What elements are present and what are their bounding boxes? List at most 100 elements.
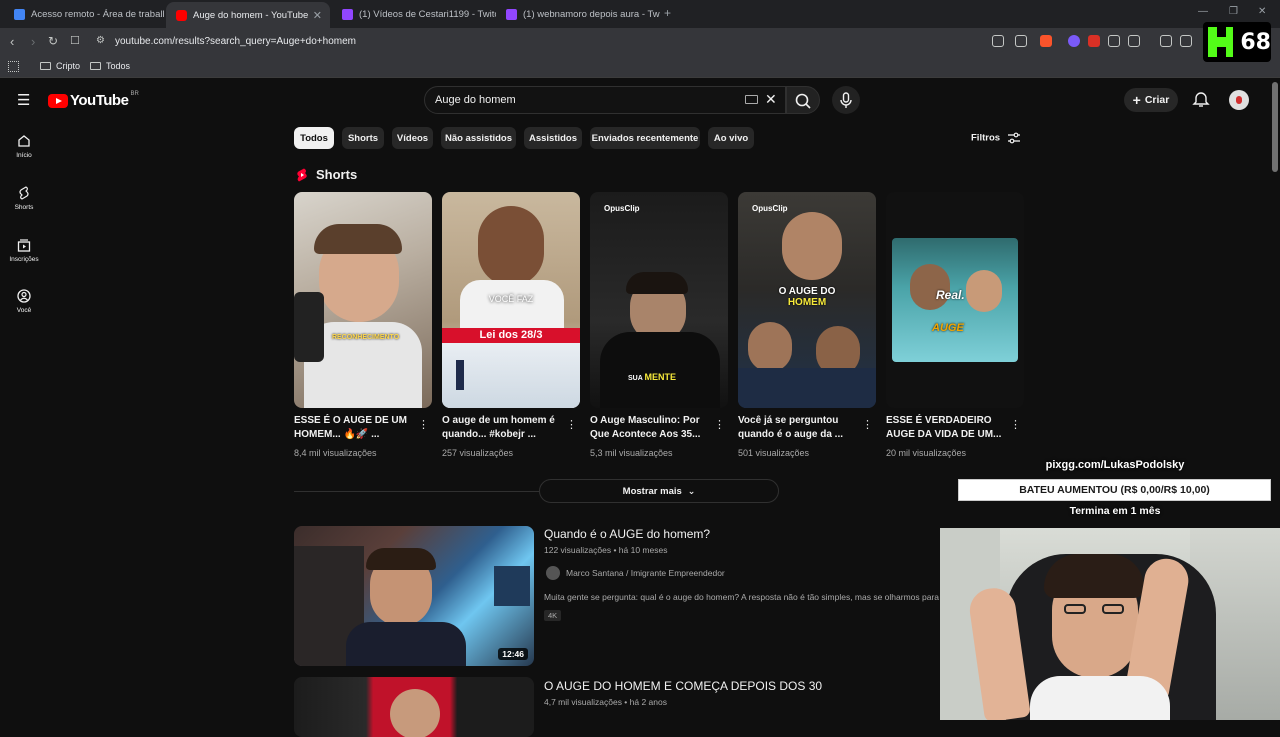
video-thumbnail[interactable]: 12:46 xyxy=(294,526,534,666)
filter-sliders-icon xyxy=(1007,132,1020,144)
minimize-icon[interactable]: — xyxy=(1198,6,1208,17)
chip-videos[interactable]: Vídeos xyxy=(392,127,433,149)
short-title[interactable]: O Auge Masculino: Por Que Acontece Aos 3… xyxy=(590,414,712,442)
search-button[interactable] xyxy=(786,86,820,114)
forward-icon[interactable]: › xyxy=(31,34,35,49)
shorts-logo-icon xyxy=(297,168,307,181)
tab-twitch-1[interactable]: (1) Vídeos de Cestari1199 - Twitch xyxy=(332,2,496,26)
browser-toolbar: ‹ › ↻ ☐ ⚙ youtube.com/results?search_que… xyxy=(0,28,1280,56)
short-title[interactable]: Você já se perguntou quando é o auge da … xyxy=(738,414,860,442)
home-icon xyxy=(18,135,30,147)
viewer-count: 68 xyxy=(1240,29,1271,55)
video-thumbnail[interactable] xyxy=(294,677,534,737)
browser-tab-strip: Acesso remoto - Área de trabalho re Auge… xyxy=(0,0,1280,28)
url-text: youtube.com/results?search_query=Auge+do… xyxy=(115,36,356,47)
new-tab-button[interactable]: + xyxy=(664,6,671,20)
short-thumbnail[interactable]: VOCÊ FAZ Lei dos 28/3 xyxy=(442,192,580,408)
person-jacket xyxy=(600,332,720,408)
apps-icon[interactable] xyxy=(8,61,19,72)
more-actions-icon[interactable]: ⋮ xyxy=(1010,418,1021,431)
search-input[interactable]: Auge do homem ✕ xyxy=(424,86,786,114)
short-thumbnail[interactable]: OpusClip SUA MENTE xyxy=(590,192,728,408)
region-code: BR xyxy=(130,90,139,97)
kick-logo-icon xyxy=(1208,27,1234,57)
close-window-icon[interactable]: ✕ xyxy=(1258,6,1266,17)
chip-todos[interactable]: Todos xyxy=(294,127,334,149)
scrollbar-thumb[interactable] xyxy=(1272,82,1278,172)
chip-not-watched[interactable]: Não assistidos xyxy=(441,127,516,149)
chip-recently-uploaded[interactable]: Enviados recentemente xyxy=(590,127,700,149)
opusclip-watermark: OpusClip xyxy=(604,204,640,213)
chip-live[interactable]: Ao vivo xyxy=(708,127,754,149)
close-icon[interactable]: ✕ xyxy=(313,9,322,22)
extension-icon[interactable] xyxy=(1068,35,1080,47)
plus-icon: + xyxy=(1132,92,1141,108)
sidebar-icon[interactable] xyxy=(1180,35,1192,47)
youtube-logo[interactable]: YouTube BR xyxy=(48,90,139,109)
short-thumbnail[interactable]: Real. AUGE xyxy=(886,192,1024,408)
channel-link[interactable]: Marco Santana / Imigrante Empreendedor xyxy=(546,566,725,580)
bookmark-icon[interactable]: ☐ xyxy=(70,34,80,47)
short-overlay-text: RECONHECIMENTO xyxy=(332,334,400,341)
more-actions-icon[interactable]: ⋮ xyxy=(862,418,873,431)
back-icon[interactable]: ‹ xyxy=(10,34,14,49)
person-face xyxy=(910,264,950,310)
remote-desktop-icon xyxy=(14,8,25,20)
bookmark-folder-todos[interactable]: Todos xyxy=(90,61,130,71)
chip-shorts[interactable]: Shorts xyxy=(342,127,384,149)
show-more-button[interactable]: Mostrar mais ⌄ xyxy=(539,479,779,503)
create-label: Criar xyxy=(1144,94,1170,106)
extension-icon[interactable] xyxy=(1088,35,1100,47)
short-overlay-text: AUGE xyxy=(932,322,964,334)
media-icon[interactable] xyxy=(1160,35,1172,47)
cast-icon[interactable] xyxy=(992,35,1004,47)
video-title[interactable]: Quando é o AUGE do homem? xyxy=(544,527,710,541)
clear-icon[interactable]: ✕ xyxy=(765,91,777,108)
puzzle-icon[interactable] xyxy=(1108,35,1120,47)
voice-search-button[interactable] xyxy=(832,86,860,114)
divider xyxy=(294,491,539,492)
menu-icon[interactable]: ☰ xyxy=(17,91,30,109)
keyboard-icon[interactable] xyxy=(745,95,758,104)
tab-twitch-2[interactable]: (1) webnamoro depois aura - Twitch xyxy=(496,2,660,26)
short-title[interactable]: ESSE É VERDADEIRO AUGE DA VIDA DE UM... xyxy=(886,414,1008,442)
person-face xyxy=(782,212,842,280)
video-title[interactable]: O AUGE DO HOMEM E COMEÇA DEPOIS DOS 30 xyxy=(544,679,822,693)
sidebar-item-home[interactable]: Início xyxy=(0,134,48,159)
create-button[interactable]: + Criar xyxy=(1124,88,1178,112)
glasses xyxy=(1064,604,1086,614)
avatar[interactable] xyxy=(1229,90,1249,110)
more-actions-icon[interactable]: ⋮ xyxy=(418,418,429,431)
short-thumbnail[interactable]: OpusClip O AUGE DO HOMEM xyxy=(738,192,876,408)
chip-watched[interactable]: Assistidos xyxy=(524,127,582,149)
sidebar-item-subscriptions[interactable]: Inscrições xyxy=(0,238,48,263)
more-actions-icon[interactable]: ⋮ xyxy=(566,418,577,431)
sidebar-item-shorts[interactable]: Shorts xyxy=(0,186,48,211)
site-info-icon[interactable]: ⚙ xyxy=(96,35,105,46)
notifications-bell-icon[interactable] xyxy=(1192,91,1210,109)
tab-youtube[interactable]: Auge do homem - YouTube ✕ xyxy=(166,2,330,28)
short-views: 5,3 mil visualizações xyxy=(590,448,673,458)
brave-shield-icon[interactable] xyxy=(1040,35,1052,47)
logo-text: YouTube xyxy=(70,92,129,109)
share-icon[interactable] xyxy=(1015,35,1027,47)
reload-icon[interactable]: ↻ xyxy=(48,34,58,48)
short-title[interactable]: ESSE É O AUGE DE UM HOMEM... 🔥🚀 ... xyxy=(294,414,416,442)
short-thumbnail[interactable]: RECONHECIMENTO xyxy=(294,192,432,408)
short-title[interactable]: O auge de um homem é quando... #kobejr .… xyxy=(442,414,564,442)
bookmark-folder-cripto[interactable]: Cripto xyxy=(40,61,80,71)
tab-remote-desktop[interactable]: Acesso remoto - Área de trabalho re xyxy=(4,2,164,26)
bookmark-label: Cripto xyxy=(56,61,81,71)
person-face xyxy=(748,322,792,372)
more-actions-icon[interactable]: ⋮ xyxy=(714,418,725,431)
filters-button[interactable]: Filtros xyxy=(971,132,1021,144)
address-bar[interactable]: ⚙ youtube.com/results?search_query=Auge+… xyxy=(88,31,1008,53)
downloads-icon[interactable] xyxy=(1128,35,1140,47)
maximize-icon[interactable]: ❐ xyxy=(1229,6,1238,17)
search-icon xyxy=(795,93,811,109)
sidebar-item-you[interactable]: Você xyxy=(0,289,48,314)
folder-icon xyxy=(90,62,101,70)
shorts-icon xyxy=(19,186,29,200)
video-duration: 12:46 xyxy=(498,648,528,660)
microphone xyxy=(294,292,324,362)
